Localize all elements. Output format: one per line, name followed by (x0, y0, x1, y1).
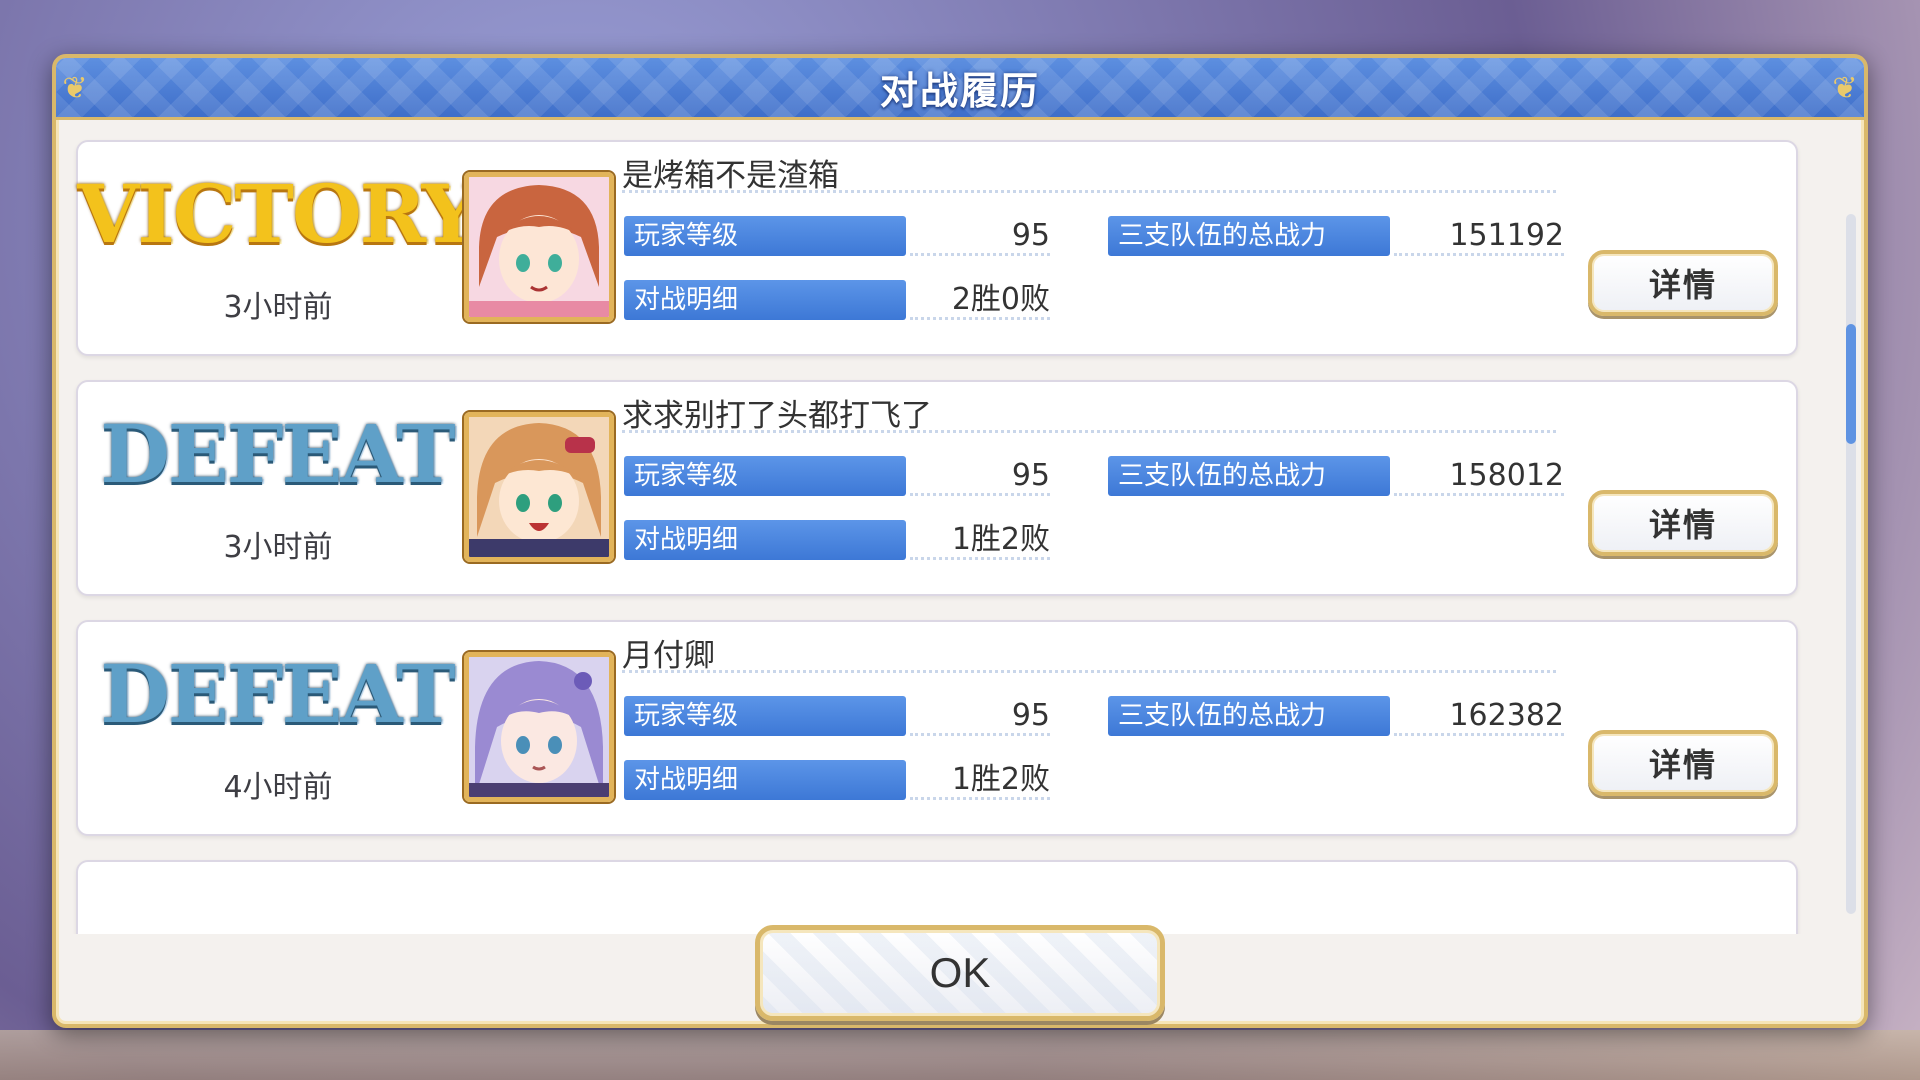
battle-record-partial (76, 860, 1798, 934)
bottom-nav-blurred (0, 1030, 1920, 1080)
battle-detail-value: 1胜2败 (910, 520, 1050, 560)
total-power-label: 三支队伍的总战力 (1108, 696, 1390, 736)
battle-detail-label: 对战明细 (624, 280, 906, 320)
portrait-avatar-3 (469, 657, 609, 797)
player-level-label: 玩家等级 (624, 216, 906, 256)
portrait-avatar-2 (469, 417, 609, 557)
scrollbar[interactable] (1846, 214, 1856, 914)
result-defeat-label: DEFEAT (100, 407, 455, 501)
player-level-value: 95 (910, 696, 1050, 736)
corner-ornament-left-icon: ❦ (62, 71, 88, 106)
scrollbar-thumb[interactable] (1846, 324, 1856, 444)
dialog-header: ❦ 对战履历 ❦ (56, 58, 1864, 120)
battle-record-list[interactable]: VICTORY 3小时前 是烤箱不是渣箱 玩家等级 95 三支队伍的总战力 15… (68, 134, 1858, 934)
ok-button[interactable]: OK (755, 925, 1165, 1021)
dialog-footer: OK (56, 925, 1864, 1028)
player-level-value: 95 (910, 456, 1050, 496)
name-divider (622, 670, 1556, 673)
portrait-avatar-1 (469, 177, 609, 317)
detail-button[interactable]: 详情 (1588, 490, 1778, 556)
battle-history-dialog: ❦ 对战履历 ❦ VICTORY 3小时前 是烤箱不是渣箱 玩家等级 95 三支… (52, 54, 1868, 1028)
result-victory-label: VICTORY (77, 167, 479, 261)
name-divider (622, 190, 1556, 193)
total-power-value: 158012 (1394, 456, 1564, 496)
player-level-label: 玩家等级 (624, 456, 906, 496)
detail-button[interactable]: 详情 (1588, 730, 1778, 796)
battle-detail-label: 对战明细 (624, 760, 906, 800)
battle-detail-label: 对战明细 (624, 520, 906, 560)
opponent-name: 月付卿 (622, 638, 715, 674)
player-level-value: 95 (910, 216, 1050, 256)
time-ago: 3小时前 (223, 290, 333, 325)
battle-detail-value: 1胜2败 (910, 760, 1050, 800)
opponent-avatar[interactable] (464, 412, 614, 562)
opponent-avatar[interactable] (464, 172, 614, 322)
battle-record: VICTORY 3小时前 是烤箱不是渣箱 玩家等级 95 三支队伍的总战力 15… (76, 140, 1798, 356)
opponent-name: 是烤箱不是渣箱 (622, 158, 839, 194)
detail-button[interactable]: 详情 (1588, 250, 1778, 316)
total-power-label: 三支队伍的总战力 (1108, 216, 1390, 256)
total-power-value: 162382 (1394, 696, 1564, 736)
opponent-name: 求求别打了头都打飞了 (622, 398, 932, 434)
dialog-title: 对战履历 (879, 69, 1040, 113)
battle-record: DEFEAT 3小时前 求求别打了头都打飞了 玩家等级 95 三支队伍的总战力 … (76, 380, 1798, 596)
player-level-label: 玩家等级 (624, 696, 906, 736)
battle-record: DEFEAT 4小时前 月付卿 玩家等级 95 三支队伍的总战力 162382 … (76, 620, 1798, 836)
opponent-avatar[interactable] (464, 652, 614, 802)
total-power-value: 151192 (1394, 216, 1564, 256)
name-divider (622, 430, 1556, 433)
time-ago: 4小时前 (223, 770, 333, 805)
total-power-label: 三支队伍的总战力 (1108, 456, 1390, 496)
corner-ornament-right-icon: ❦ (1832, 71, 1858, 106)
time-ago: 3小时前 (223, 530, 333, 565)
battle-detail-value: 2胜0败 (910, 280, 1050, 320)
result-defeat-label: DEFEAT (100, 647, 455, 741)
